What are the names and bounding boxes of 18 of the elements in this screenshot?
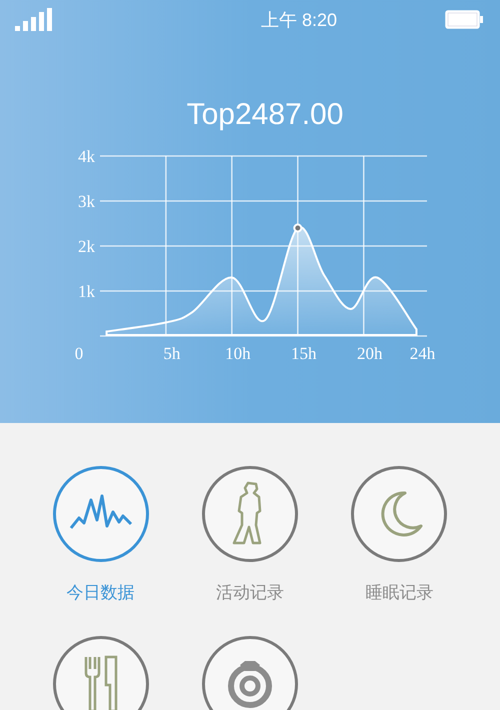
fork-and-knife-icon: [84, 654, 118, 710]
status-time: 上午 8:20: [260, 8, 338, 32]
menu-label: 今日数据: [66, 582, 135, 604]
x-axis-label: 15h: [291, 344, 317, 363]
x-axis-label: 24h: [410, 344, 436, 363]
x-axis-label: 20h: [356, 344, 382, 363]
x-axis-label: 10h: [225, 344, 251, 363]
y-axis-label: 3k: [78, 192, 95, 211]
origin-label: 0: [74, 344, 84, 363]
y-axis-label: 1k: [78, 282, 95, 301]
battery-icon: [444, 10, 485, 30]
y-axis-label: 2k: [78, 237, 95, 256]
menu-label: 活动记录: [216, 582, 284, 604]
menu-label: 睡眠记录: [365, 582, 434, 604]
y-axis-label: 4k: [78, 147, 95, 166]
peak-value: Top2487.00: [186, 97, 344, 133]
signal-icon: [15, 8, 53, 32]
x-axis-label: 5h: [163, 344, 180, 363]
